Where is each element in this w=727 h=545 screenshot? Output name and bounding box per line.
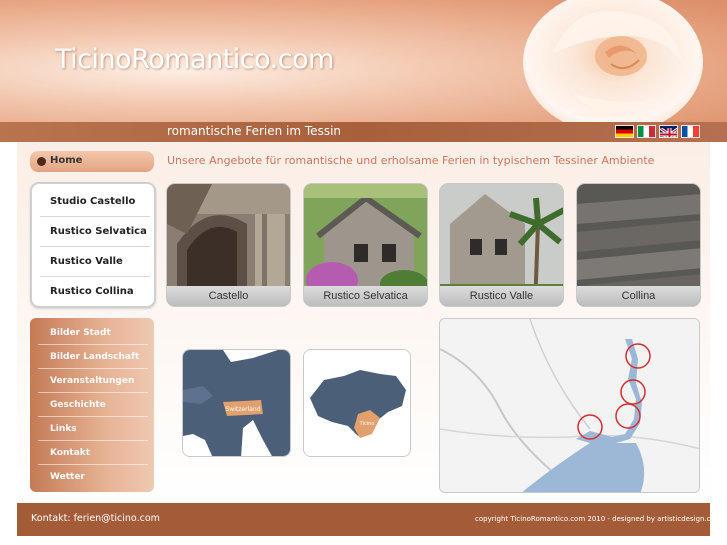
nav-item-veranstaltungen[interactable]: Veranstaltungen: [50, 376, 150, 386]
europe-map-image: Switzerland: [183, 350, 290, 456]
home-button[interactable]: [30, 151, 154, 172]
lake-map-image: [440, 319, 699, 492]
menu-item-rustico-selvatica[interactable]: Rustico Selvatica: [40, 217, 150, 247]
footer-contact[interactable]: Kontakt: ferien@ticino.com: [31, 513, 160, 524]
flag-german-icon[interactable]: [615, 125, 634, 138]
thumbnail-caption: Castello: [167, 286, 290, 306]
nav-item-links[interactable]: Links: [50, 424, 150, 434]
nav-item-bilder-stadt[interactable]: Bilder Stadt: [50, 328, 150, 338]
map-label-switzerland: Switzerland: [226, 406, 261, 413]
page: TicinoRomantico.com romantische Ferien i…: [0, 0, 727, 545]
switzerland-map-image: Ticino: [304, 350, 410, 456]
tagline: romantische Ferien im Tessin: [167, 124, 342, 138]
footer-copyright: copyright TicinoRomantico.com 2010 - des…: [475, 515, 715, 523]
thumbnail-rustico-valle[interactable]: Rustico Valle: [439, 183, 564, 307]
thumbnail-rustico-selvatica[interactable]: Rustico Selvatica: [303, 183, 428, 307]
nav-item-wetter[interactable]: Wetter: [50, 472, 150, 482]
intro-text: Unsere Angebote für romantische und erho…: [167, 154, 655, 167]
divider: [38, 440, 148, 441]
nav-item-kontakt[interactable]: Kontakt: [50, 448, 150, 458]
home-label[interactable]: Home: [50, 155, 82, 166]
thumbnail-caption: Rustico Valle: [440, 286, 563, 306]
thumbnail-caption: Rustico Selvatica: [304, 286, 427, 306]
menu-item-rustico-valle[interactable]: Rustico Valle: [40, 247, 150, 277]
divider: [38, 464, 148, 465]
map-lago-maggiore[interactable]: [439, 318, 700, 493]
secondary-nav: Bilder Stadt Bilder Landschaft Veranstal…: [30, 318, 154, 492]
thumbnail-caption: Collina: [577, 286, 700, 306]
bullet-icon: [37, 157, 46, 166]
rose-image: [523, 0, 703, 134]
map-switzerland[interactable]: Ticino: [303, 349, 411, 457]
map-europe[interactable]: Switzerland: [182, 349, 291, 457]
divider: [38, 344, 148, 345]
nav-item-geschichte[interactable]: Geschichte: [50, 400, 150, 410]
thumbnail-castello[interactable]: Castello: [166, 183, 291, 307]
menu-item-studio-castello[interactable]: Studio Castello: [40, 187, 150, 217]
header-banner: TicinoRomantico.com: [0, 0, 727, 142]
thumbnail-collina[interactable]: Collina: [576, 183, 701, 307]
divider: [38, 416, 148, 417]
menu-item-rustico-collina[interactable]: Rustico Collina: [40, 277, 150, 307]
nav-item-bilder-landschaft[interactable]: Bilder Landschaft: [50, 352, 150, 362]
flag-italian-icon[interactable]: [637, 125, 656, 138]
flag-french-icon[interactable]: [681, 125, 700, 138]
objects-menu: Studio Castello Rustico Selvatica Rustic…: [30, 182, 156, 308]
site-logo[interactable]: TicinoRomantico.com: [55, 44, 334, 75]
divider: [38, 368, 148, 369]
divider: [38, 392, 148, 393]
flag-english-icon[interactable]: [659, 125, 678, 138]
map-label-ticino: Ticino: [359, 421, 375, 427]
